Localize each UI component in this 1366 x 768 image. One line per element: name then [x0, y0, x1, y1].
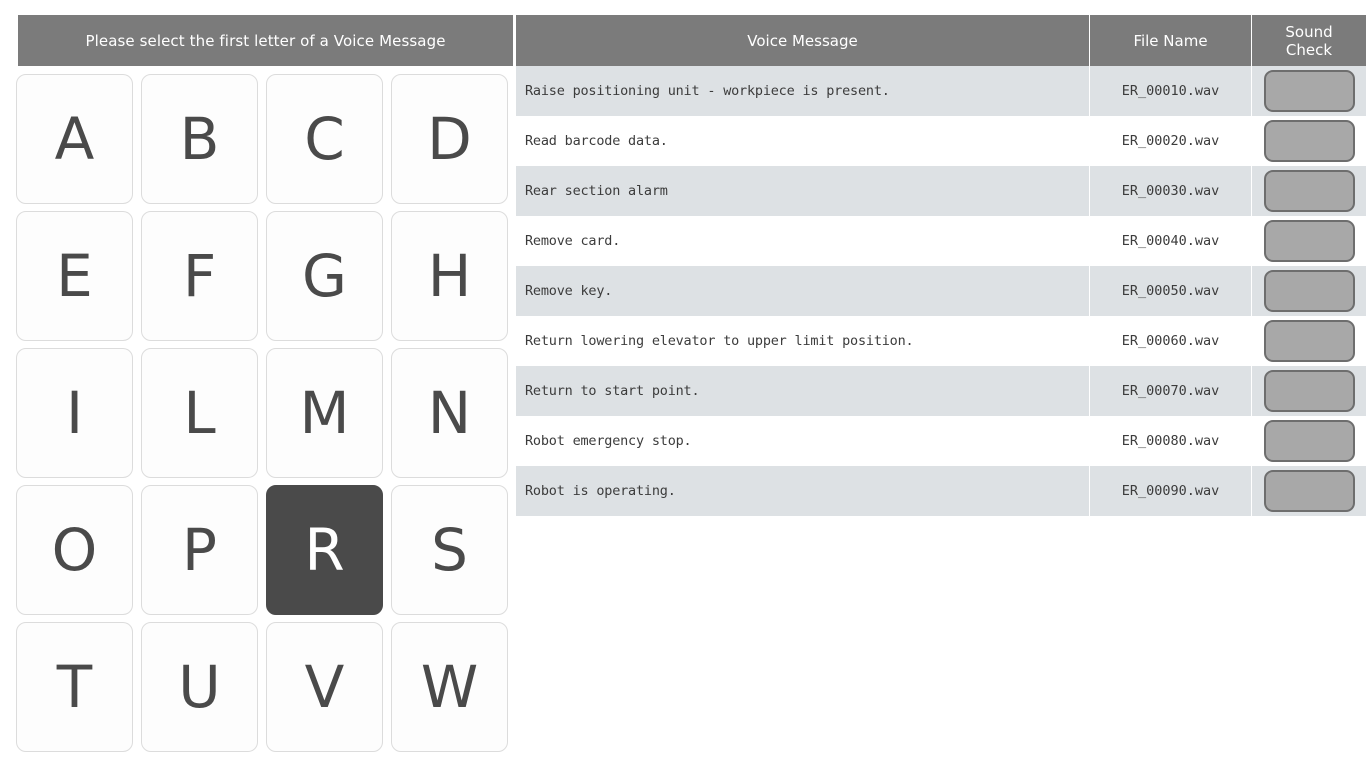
cell-voice-message: Return to start point.: [516, 366, 1090, 416]
play-sound-button[interactable]: [1263, 270, 1355, 312]
cell-file-name: ER_00080.wav: [1090, 416, 1252, 466]
cell-sound-check: [1252, 316, 1366, 366]
column-header-file-name: File Name: [1090, 15, 1252, 66]
cell-voice-message: Remove key.: [516, 266, 1090, 316]
letter-key-t[interactable]: T: [16, 622, 133, 752]
letter-keypad: ABCD EFGH ILMN OPRS TUVW: [16, 71, 516, 756]
cell-file-name: ER_00030.wav: [1090, 166, 1252, 216]
cell-sound-check: [1252, 216, 1366, 266]
voice-message-selector-screen: Please select the first letter of a Voic…: [0, 0, 1366, 768]
cell-file-name: ER_00010.wav: [1090, 66, 1252, 116]
table-header-row: Voice Message File Name Sound Check: [516, 15, 1366, 66]
letter-key-w[interactable]: W: [391, 622, 508, 752]
letter-key-o[interactable]: O: [16, 485, 133, 615]
play-sound-button[interactable]: [1263, 120, 1355, 162]
cell-voice-message: Robot is operating.: [516, 466, 1090, 516]
cell-sound-check: [1252, 366, 1366, 416]
cell-file-name: ER_00060.wav: [1090, 316, 1252, 366]
letter-key-u[interactable]: U: [141, 622, 258, 752]
letter-key-b[interactable]: B: [141, 74, 258, 204]
letter-key-g[interactable]: G: [266, 211, 383, 341]
cell-file-name: ER_00020.wav: [1090, 116, 1252, 166]
play-sound-button[interactable]: [1263, 320, 1355, 362]
letter-key-v[interactable]: V: [266, 622, 383, 752]
letter-key-f[interactable]: F: [141, 211, 258, 341]
play-sound-button[interactable]: [1263, 170, 1355, 212]
cell-voice-message: Read barcode data.: [516, 116, 1090, 166]
play-sound-button[interactable]: [1263, 220, 1355, 262]
letter-selection-panel: Please select the first letter of a Voic…: [0, 0, 516, 768]
column-header-sound-check: Sound Check: [1252, 15, 1366, 66]
cell-voice-message: Return lowering elevator to upper limit …: [516, 316, 1090, 366]
letter-key-h[interactable]: H: [391, 211, 508, 341]
table-row[interactable]: Remove key. ER_00050.wav: [516, 266, 1366, 316]
cell-file-name: ER_00040.wav: [1090, 216, 1252, 266]
column-header-voice-message: Voice Message: [516, 15, 1090, 66]
voice-message-table-panel: Voice Message File Name Sound Check Rais…: [516, 0, 1366, 768]
table-row[interactable]: Robot emergency stop. ER_00080.wav: [516, 416, 1366, 466]
letter-key-l[interactable]: L: [141, 348, 258, 478]
letter-key-e[interactable]: E: [16, 211, 133, 341]
sound-check-label-line2: Check: [1285, 40, 1333, 59]
letter-key-s[interactable]: S: [391, 485, 508, 615]
table-row[interactable]: Read barcode data. ER_00020.wav: [516, 116, 1366, 166]
letter-key-m[interactable]: M: [266, 348, 383, 478]
cell-voice-message: Robot emergency stop.: [516, 416, 1090, 466]
cell-voice-message: Remove card.: [516, 216, 1090, 266]
letter-key-i[interactable]: I: [16, 348, 133, 478]
cell-file-name: ER_00050.wav: [1090, 266, 1252, 316]
cell-sound-check: [1252, 466, 1366, 516]
play-sound-button[interactable]: [1263, 470, 1355, 512]
letter-key-d[interactable]: D: [391, 74, 508, 204]
sound-check-label-line1: Sound: [1285, 22, 1333, 41]
table-row[interactable]: Raise positioning unit - workpiece is pr…: [516, 66, 1366, 116]
table-body: Raise positioning unit - workpiece is pr…: [516, 66, 1366, 516]
cell-file-name: ER_00090.wav: [1090, 466, 1252, 516]
cell-file-name: ER_00070.wav: [1090, 366, 1252, 416]
play-sound-button[interactable]: [1263, 370, 1355, 412]
cell-sound-check: [1252, 166, 1366, 216]
play-sound-button[interactable]: [1263, 70, 1355, 112]
table-row[interactable]: Return lowering elevator to upper limit …: [516, 316, 1366, 366]
letter-key-r[interactable]: R: [266, 485, 383, 615]
letter-key-n[interactable]: N: [391, 348, 508, 478]
letter-key-a[interactable]: A: [16, 74, 133, 204]
cell-sound-check: [1252, 116, 1366, 166]
table-row[interactable]: Return to start point. ER_00070.wav: [516, 366, 1366, 416]
letter-panel-header: Please select the first letter of a Voic…: [18, 15, 513, 66]
table-row[interactable]: Remove card. ER_00040.wav: [516, 216, 1366, 266]
cell-sound-check: [1252, 266, 1366, 316]
table-row[interactable]: Rear section alarm ER_00030.wav: [516, 166, 1366, 216]
cell-sound-check: [1252, 416, 1366, 466]
table-row[interactable]: Robot is operating. ER_00090.wav: [516, 466, 1366, 516]
letter-key-c[interactable]: C: [266, 74, 383, 204]
cell-voice-message: Rear section alarm: [516, 166, 1090, 216]
cell-sound-check: [1252, 66, 1366, 116]
cell-voice-message: Raise positioning unit - workpiece is pr…: [516, 66, 1090, 116]
letter-key-p[interactable]: P: [141, 485, 258, 615]
play-sound-button[interactable]: [1263, 420, 1355, 462]
